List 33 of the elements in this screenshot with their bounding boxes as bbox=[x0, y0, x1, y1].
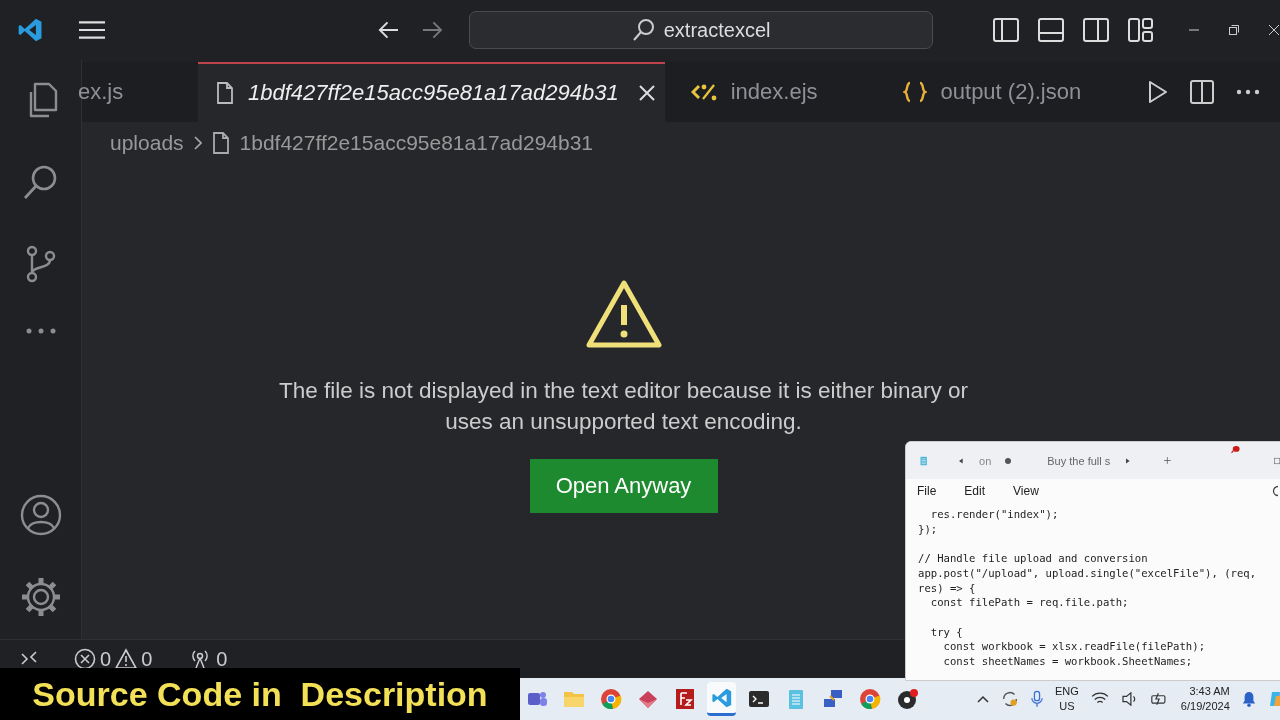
binary-file-message: The file is not displayed in the text editor because it is either binary or uses an unsupported text encoding. bbox=[278, 377, 969, 436]
menu-item[interactable]: View bbox=[1013, 484, 1039, 498]
editor-tab[interactable]: output (2).json bbox=[882, 62, 1102, 122]
clock[interactable]: 3:43 AM 6/19/2024 bbox=[1180, 684, 1230, 714]
code-line: res.render("index"); bbox=[929, 507, 1060, 522]
editor-tab[interactable]: 1bdf427ff2e15acc95e81a17ad294b31 bbox=[198, 62, 665, 122]
command-search-field[interactable]: extractexcel bbox=[469, 11, 933, 49]
code-line: app.post("/upload", upload.single("excelFile"), (req, bbox=[918, 565, 1258, 581]
code-line: try { bbox=[929, 624, 964, 640]
banner-text: Source Code in Description bbox=[32, 674, 488, 714]
code-line: const sheetNames = workbook.SheetNames; bbox=[942, 654, 1194, 669]
code-line: res) => { bbox=[918, 580, 977, 596]
code-line: const filePath = req.file.path; bbox=[929, 595, 1130, 610]
menu-item[interactable]: Edit bbox=[964, 484, 986, 498]
error-count[interactable]: 0 bbox=[100, 647, 112, 671]
open-anyway-button[interactable]: Open Anyway bbox=[529, 459, 718, 513]
editor-tab[interactable]: ex.js bbox=[78, 62, 198, 122]
editor-tab[interactable]: index.ejs bbox=[670, 62, 838, 122]
code-line: }); bbox=[918, 521, 939, 537]
menu-item[interactable]: File bbox=[917, 484, 937, 498]
breadcrumb-item[interactable]: uploads bbox=[110, 131, 184, 155]
code-line: // Handle file upload and conversion bbox=[918, 551, 1149, 566]
notepad-tab[interactable]: Buy the full s bbox=[1043, 454, 1115, 467]
code-line: const workbook = xlsx.readFile(filePath); bbox=[942, 639, 1206, 654]
search-text: extractexcel bbox=[663, 18, 771, 42]
warning-count[interactable]: 0 bbox=[141, 647, 153, 671]
tab-label: ex.js bbox=[78, 79, 124, 105]
ports-count[interactable]: 0 bbox=[216, 647, 228, 671]
breadcrumb-item[interactable]: 1bdf427ff2e15acc95e81a17ad294b31 bbox=[239, 131, 594, 155]
tab-label: index.ejs bbox=[730, 79, 818, 105]
tab-label: output (2).json bbox=[940, 79, 1082, 105]
language-indicator[interactable]: ENG US bbox=[1055, 684, 1079, 714]
tab-label: 1bdf427ff2e15acc95e81a17ad294b31 bbox=[248, 80, 619, 106]
